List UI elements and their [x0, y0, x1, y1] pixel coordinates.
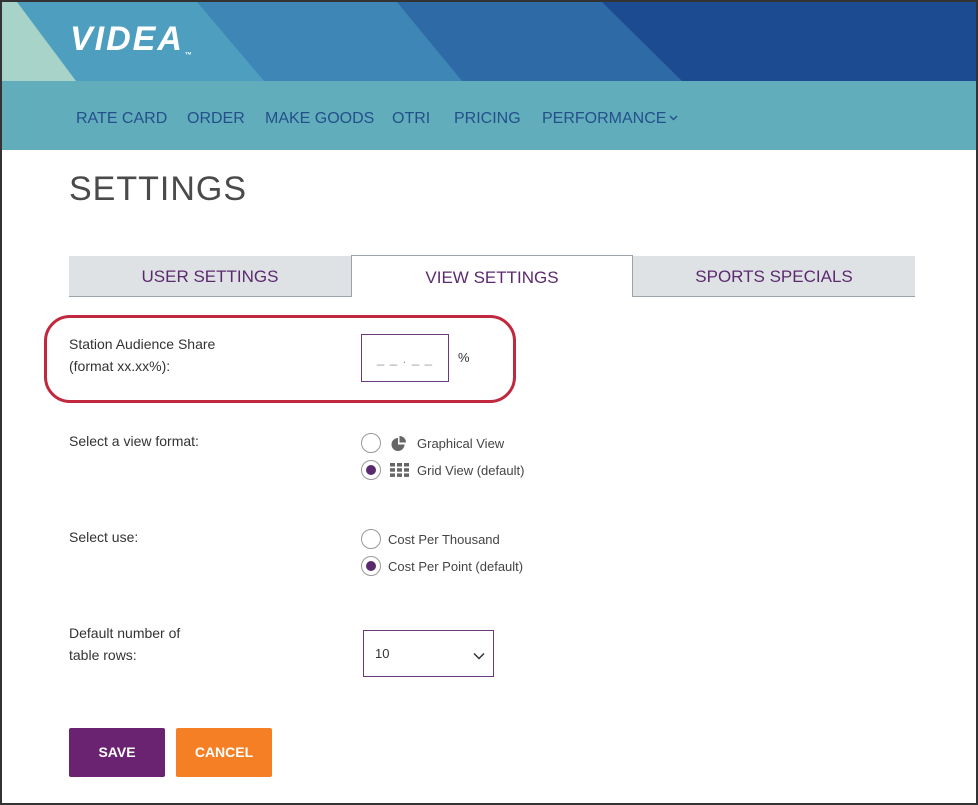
table-rows-label-line1: Default number of [69, 625, 181, 641]
table-rows-label: Default number of table rows: [69, 622, 180, 666]
header-banner: VIDEA™ [2, 2, 976, 81]
chevron-down-icon [669, 112, 678, 124]
tab-sports-specials[interactable]: SPORTS SPECIALS [633, 256, 915, 297]
radio-grid-view[interactable] [361, 460, 381, 480]
radio-cost-per-point[interactable] [361, 556, 381, 576]
view-format-label: Select a view format: [69, 433, 199, 449]
cost-per-point-label[interactable]: Cost Per Point (default) [388, 559, 523, 574]
radio-cost-per-thousand[interactable] [361, 529, 381, 549]
audience-share-label-line2: (format xx.xx%): [69, 358, 171, 374]
videa-logo[interactable]: VIDEA™ [70, 20, 194, 59]
table-rows-label-line2: table rows: [69, 647, 137, 663]
pie-chart-icon [390, 435, 407, 457]
audience-share-label-line1: Station Audience Share [69, 336, 216, 352]
table-rows-selected-value: 10 [375, 646, 390, 661]
main-nav: RATE CARD ORDER MAKE GOODS OTRI PRICING … [2, 81, 976, 150]
tab-view-settings[interactable]: VIEW SETTINGS [351, 255, 633, 297]
radio-graphical-view[interactable] [361, 433, 381, 453]
cost-per-thousand-label[interactable]: Cost Per Thousand [388, 532, 500, 547]
nav-item-performance-label: PERFORMANCE [542, 110, 667, 127]
graphical-view-label[interactable]: Graphical View [417, 436, 504, 451]
cancel-button[interactable]: CANCEL [176, 728, 272, 777]
page-title: SETTINGS [69, 170, 248, 208]
logo-text: VIDEA [70, 20, 184, 58]
percent-suffix: % [458, 350, 470, 365]
chevron-down-icon [473, 647, 485, 665]
grid-view-label[interactable]: Grid View (default) [417, 463, 524, 478]
nav-item-pricing[interactable]: PRICING [454, 110, 521, 128]
tab-user-settings[interactable]: USER SETTINGS [69, 256, 351, 297]
nav-item-order[interactable]: ORDER [187, 110, 245, 128]
trademark-symbol: ™ [184, 52, 194, 59]
audience-share-input[interactable] [361, 334, 449, 382]
grid-icon [390, 463, 409, 482]
nav-item-rate-card[interactable]: RATE CARD [76, 110, 167, 128]
save-button[interactable]: SAVE [69, 728, 165, 777]
nav-item-performance[interactable]: PERFORMANCE [542, 110, 678, 128]
nav-item-make-goods[interactable]: MAKE GOODS [265, 110, 374, 128]
use-label: Select use: [69, 529, 139, 545]
audience-share-label: Station Audience Share (format xx.xx%): [69, 333, 215, 377]
table-rows-select[interactable]: 10 [363, 630, 494, 677]
nav-item-otri[interactable]: OTRI [392, 110, 430, 128]
